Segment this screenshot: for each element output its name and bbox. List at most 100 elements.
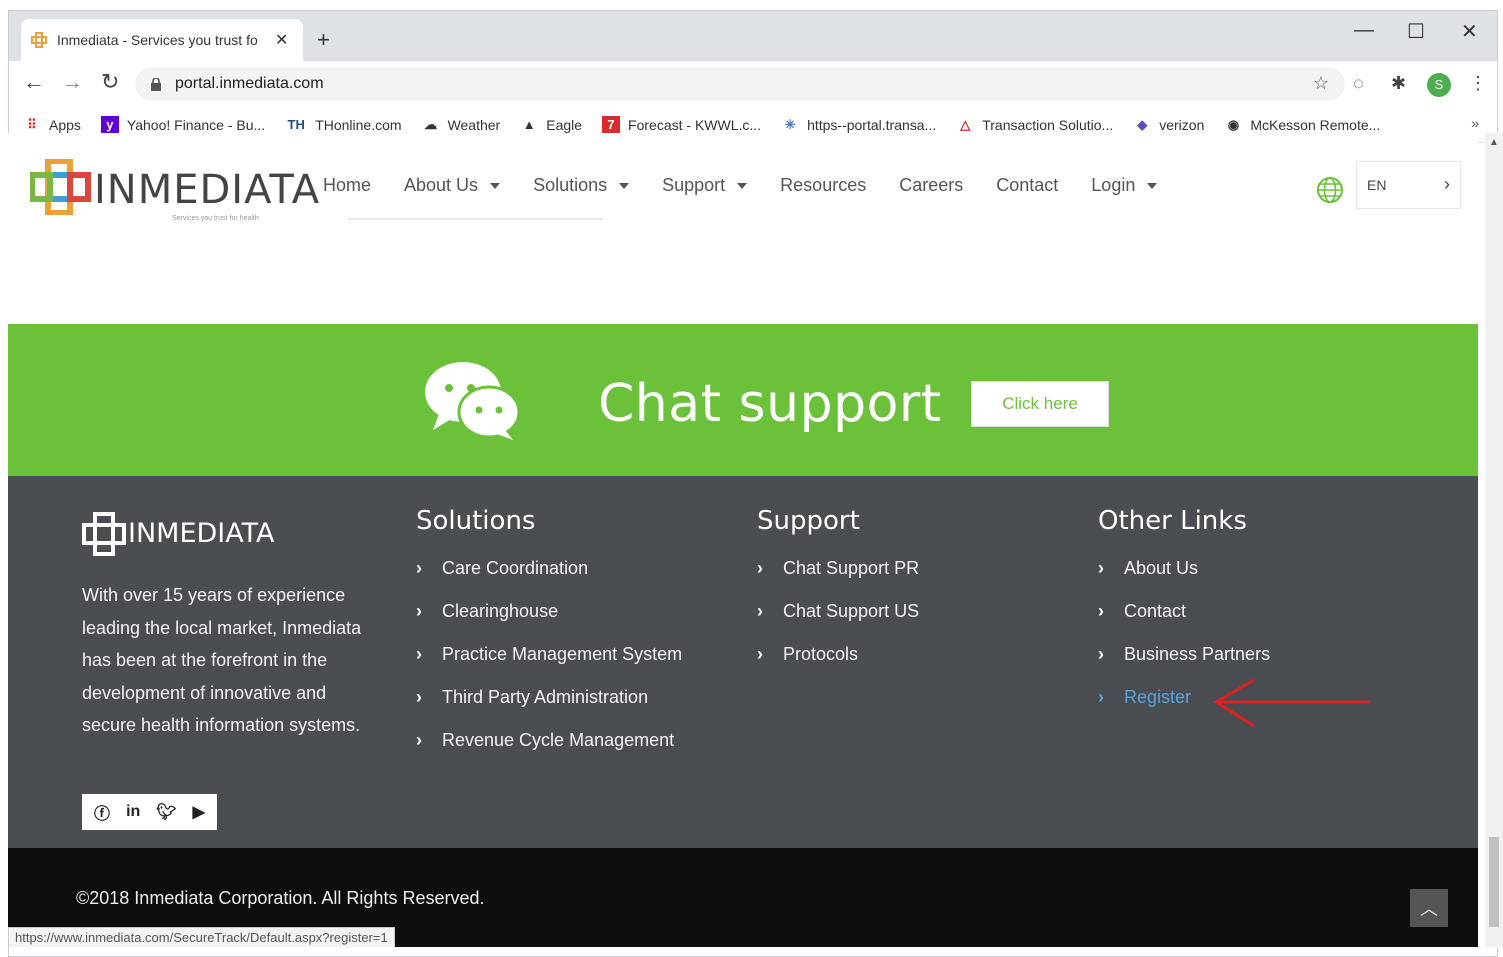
chevron-right-icon: › <box>757 558 763 578</box>
portal-icon: ✳ <box>784 116 796 132</box>
nav-careers[interactable]: Careers <box>899 175 963 196</box>
chevron-right-icon: › <box>416 601 422 621</box>
chevron-down-icon <box>1147 182 1158 189</box>
chevron-right-icon: › <box>416 558 422 578</box>
footer-link-care-coordination[interactable]: › Care Coordination <box>416 558 682 601</box>
extension-circle-icon[interactable]: ◌ <box>1353 73 1364 94</box>
footer-link-contact[interactable]: › Contact <box>1098 601 1270 644</box>
reload-icon[interactable]: ↻ <box>101 71 119 93</box>
apps-grid-icon: ⠿ <box>27 116 37 132</box>
browser-tab[interactable]: Inmediata - Services you trust fo ✕ <box>21 19 303 61</box>
chevron-down-icon <box>490 182 501 189</box>
bookmark-yahoo[interactable]: y Yahoo! Finance - Bu... <box>100 115 265 134</box>
chat-support-title: Chat support <box>598 374 942 434</box>
nav-login[interactable]: Login <box>1091 175 1158 196</box>
browser-toolbar: ← → ↻ portal.inmediata.com ☆ ◌ ✱ S ⋮ <box>9 61 1497 107</box>
tab-title: Inmediata - Services you trust fo <box>57 32 258 48</box>
linkedin-icon[interactable]: in <box>126 803 140 821</box>
annotation-arrow-icon <box>1213 678 1370 728</box>
inmediata-favicon-icon <box>31 32 47 48</box>
bookmark-mckesson[interactable]: ◉ McKesson Remote... <box>1224 116 1381 134</box>
eagle-icon: ▲ <box>522 117 536 132</box>
yahoo-icon: y <box>100 115 119 134</box>
footer-col-support: Support › Chat Support PR › Chat Support U… <box>757 506 919 687</box>
youtube-icon[interactable]: ▶ <box>193 802 205 822</box>
bookmark-thonline[interactable]: TH THonline.com <box>285 116 402 134</box>
footer-col-title: Solutions <box>416 506 536 536</box>
verizon-icon: ◆ <box>1137 116 1148 132</box>
footer-link-practice-management[interactable]: › Practice Management System <box>416 644 682 687</box>
logo-tagline: Services you trust for health <box>172 215 259 222</box>
profile-avatar[interactable]: S <box>1427 73 1451 97</box>
globe-icon[interactable] <box>1316 176 1344 204</box>
chevron-up-icon: ︿ <box>1420 899 1438 919</box>
chevron-right-icon: › <box>757 644 763 664</box>
inmediata-logo-icon <box>30 159 91 215</box>
language-selector[interactable]: EN › <box>1356 161 1461 209</box>
inmediata-logo[interactable]: INMEDIATA Services you trust for health <box>30 151 319 222</box>
site-footer: INMEDIATA With over 15 years of experien… <box>8 476 1478 848</box>
nav-about-us[interactable]: About Us <box>404 175 501 196</box>
forecast-icon: 7 <box>602 115 621 134</box>
language-label: EN <box>1367 177 1387 193</box>
footer-link-clearinghouse[interactable]: › Clearinghouse <box>416 601 682 644</box>
bookmark-transaction[interactable]: △ Transaction Solutio... <box>956 116 1113 134</box>
bookmark-portal[interactable]: ✳ https--portal.transa... <box>781 116 937 134</box>
footer-link-third-party-admin[interactable]: › Third Party Administration <box>416 687 682 730</box>
chat-bubbles-icon <box>425 362 521 440</box>
nav-divider <box>348 218 603 220</box>
maximize-icon[interactable]: ☐ <box>1407 19 1425 44</box>
more-bookmarks-icon[interactable]: » <box>1471 115 1479 131</box>
extensions-puzzle-icon[interactable]: ✱ <box>1391 73 1406 94</box>
footer-link-protocols[interactable]: › Protocols <box>757 644 919 687</box>
chat-support-banner: Chat support Click here <box>8 324 1478 476</box>
nav-solutions[interactable]: Solutions <box>533 175 630 196</box>
transaction-icon: △ <box>960 116 971 132</box>
footer-about-text: With over 15 years of experience leading… <box>82 585 362 735</box>
bookmark-weather[interactable]: ☁ Weather <box>422 116 500 134</box>
footer-link-chat-support-us[interactable]: › Chat Support US <box>757 601 919 644</box>
chevron-right-icon: › <box>1098 558 1104 578</box>
tab-bar: Inmediata - Services you trust fo ✕ + — … <box>9 11 1497 61</box>
scroll-thumb[interactable] <box>1489 837 1499 927</box>
chevron-down-icon <box>737 182 748 189</box>
address-bar[interactable]: portal.inmediata.com ☆ <box>135 67 1345 101</box>
nav-resources[interactable]: Resources <box>780 175 866 196</box>
logo-wordmark: INMEDIATA <box>94 167 321 213</box>
footer-link-revenue-cycle[interactable]: › Revenue Cycle Management <box>416 730 682 773</box>
footer-col-title: Other Links <box>1098 506 1247 536</box>
nav-support[interactable]: Support <box>662 175 748 196</box>
chat-click-here-button[interactable]: Click here <box>971 381 1109 427</box>
twitter-icon[interactable]: 🐦︎ <box>156 802 176 822</box>
bookmark-eagle[interactable]: ▲ Eagle <box>520 116 582 134</box>
back-icon[interactable]: ← <box>23 71 45 93</box>
menu-kebab-icon[interactable]: ⋮ <box>1469 73 1487 94</box>
minimize-icon[interactable]: — <box>1354 19 1374 42</box>
bookmark-star-icon[interactable]: ☆ <box>1313 73 1329 94</box>
facebook-icon[interactable]: ⓕ <box>94 800 110 824</box>
th-icon: TH <box>287 117 305 132</box>
footer-logo[interactable]: INMEDIATA <box>82 512 275 556</box>
bookmark-forecast[interactable]: 7 Forecast - KWWL.c... <box>602 115 761 134</box>
nav-home[interactable]: Home <box>323 175 371 196</box>
chevron-right-icon: › <box>1098 687 1104 707</box>
page-scrollbar[interactable]: ▲ <box>1485 133 1503 947</box>
bookmark-verizon[interactable]: ◆ verizon <box>1133 116 1204 134</box>
chevron-down-icon <box>619 182 630 189</box>
close-window-icon[interactable]: ✕ <box>1461 19 1478 44</box>
footer-logo-wordmark: INMEDIATA <box>128 518 275 549</box>
nav-contact[interactable]: Contact <box>996 175 1058 196</box>
chevron-right-icon: › <box>1098 644 1104 664</box>
forward-icon[interactable]: → <box>61 71 83 93</box>
close-tab-icon[interactable]: ✕ <box>275 30 288 50</box>
new-tab-icon[interactable]: + <box>317 29 330 51</box>
bookmark-apps[interactable]: ⠿ Apps <box>23 116 81 134</box>
footer-link-about-us[interactable]: › About Us <box>1098 558 1270 601</box>
copyright-text: ©2018 Inmediata Corporation. All Rights … <box>76 888 485 908</box>
chevron-right-icon: › <box>1098 601 1104 621</box>
scroll-to-top-button[interactable]: ︿ <box>1410 889 1448 927</box>
scroll-up-icon[interactable]: ▲ <box>1489 137 1499 148</box>
footer-col-title: Support <box>757 506 860 536</box>
web-page: INMEDIATA Services you trust for health … <box>8 133 1478 947</box>
footer-link-chat-support-pr[interactable]: › Chat Support PR <box>757 558 919 601</box>
